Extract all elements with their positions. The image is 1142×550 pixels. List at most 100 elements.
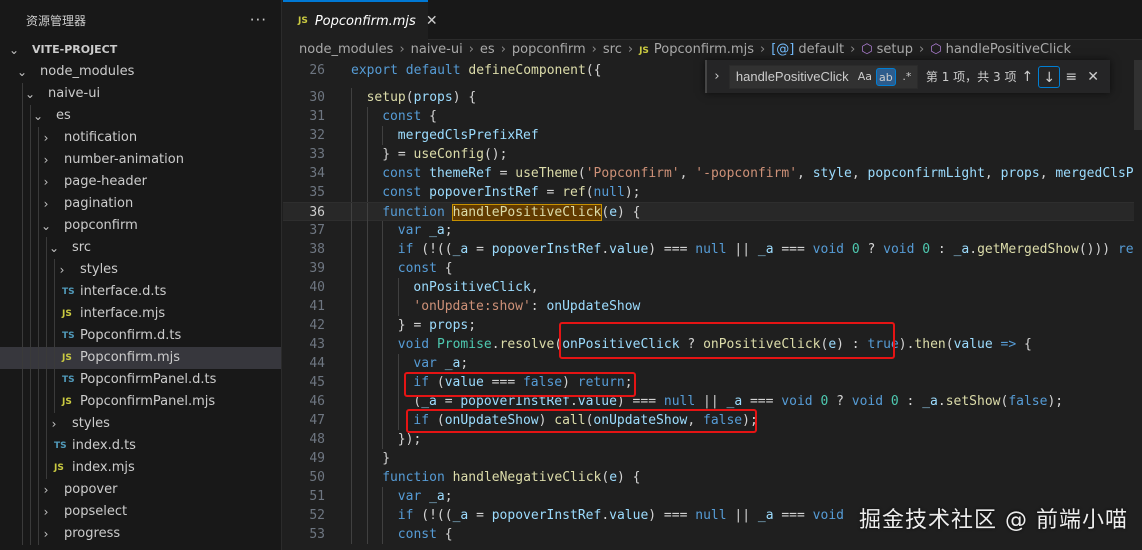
indent-guide xyxy=(382,297,384,316)
code-text: const { xyxy=(382,109,437,124)
match-case-icon[interactable]: Aa xyxy=(855,68,875,86)
line-number: 26 xyxy=(309,63,325,78)
tree-item-label: page-header xyxy=(64,174,147,189)
tree-file[interactable]: TS index.d.ts xyxy=(0,435,281,457)
toggle-replace-icon[interactable]: › xyxy=(707,69,727,84)
code-line: 50 function handleNegativeClick(e) { xyxy=(283,468,1142,487)
indent-guide xyxy=(351,525,352,544)
tree-folder[interactable]: › styles xyxy=(0,259,281,281)
indent-guide xyxy=(46,303,47,325)
indent-guide xyxy=(366,506,368,525)
tab-bar: JS Popconfirm.mjs ✕ xyxy=(283,0,1142,40)
indent-guide xyxy=(22,171,23,193)
find-input-box[interactable]: handlePositiveClick Aa ab .* xyxy=(728,64,918,89)
breadcrumb-item[interactable]: naive-ui xyxy=(411,42,463,57)
indent-guide xyxy=(22,105,23,127)
indent-guide xyxy=(366,107,368,126)
code-text: function handleNegativeClick(e) { xyxy=(382,470,641,485)
tree-folder[interactable]: › pagination xyxy=(0,193,281,215)
indent-guide xyxy=(22,215,23,237)
tab-popconfirm-mjs[interactable]: JS Popconfirm.mjs ✕ xyxy=(283,0,438,40)
explorer-sidebar: 资源管理器 ··· ⌄ VITE-PROJECT ⌄ node_modules ⌄ nai… xyxy=(0,0,282,550)
tree-folder[interactable]: ⌄ node_modules xyxy=(0,61,281,83)
indent-guide xyxy=(30,479,31,501)
tree-file[interactable]: TS interface.d.ts xyxy=(0,281,281,303)
tree-folder[interactable]: › progress xyxy=(0,523,281,545)
tree-folder[interactable]: › notification xyxy=(0,127,281,149)
breadcrumb-item[interactable]: popconfirm xyxy=(512,42,586,57)
tree-folder[interactable]: › styles xyxy=(0,413,281,435)
vertical-scrollbar[interactable] xyxy=(1134,60,1142,550)
indent-guide xyxy=(22,237,23,259)
tree-folder[interactable]: ⌄ es xyxy=(0,105,281,127)
code-line: 35 const popoverInstRef = ref(null); xyxy=(283,183,1142,202)
tree-folder[interactable]: › number-animation xyxy=(0,149,281,171)
indent-guide xyxy=(30,435,31,457)
code-line: 40 onPositiveClick, xyxy=(283,278,1142,297)
breadcrumb-file[interactable]: Popconfirm.mjs xyxy=(654,42,754,57)
scrollbar-thumb[interactable] xyxy=(1134,60,1142,130)
indent-guide xyxy=(38,281,39,303)
indent-guide xyxy=(54,281,55,303)
tree-folder[interactable]: ⌄ VITE-PROJECT xyxy=(0,39,281,61)
line-number: 44 xyxy=(309,356,325,371)
indent-guide xyxy=(351,335,352,354)
indent-guide xyxy=(30,193,31,215)
close-tab-icon[interactable]: ✕ xyxy=(426,13,438,29)
chevron-down-icon: ⌄ xyxy=(24,87,36,101)
indent-guide xyxy=(30,259,31,281)
tab-label: Popconfirm.mjs xyxy=(314,13,416,29)
indent-guide xyxy=(366,335,368,354)
more-actions-icon[interactable]: ··· xyxy=(250,11,267,29)
tree-folder[interactable]: › popover xyxy=(0,479,281,501)
tree-folder[interactable]: ⌄ src xyxy=(0,237,281,259)
find-input[interactable]: handlePositiveClick xyxy=(736,69,854,84)
indent-guide xyxy=(397,392,399,411)
find-in-selection-icon[interactable]: ≡ xyxy=(1060,66,1082,88)
line-number: 45 xyxy=(309,375,325,390)
indent-guide xyxy=(366,164,368,183)
chevron-right-icon: › xyxy=(919,42,925,57)
breadcrumb-symbol[interactable]: handlePositiveClick xyxy=(946,42,1071,57)
tree-folder[interactable]: ⌄ naive-ui xyxy=(0,83,281,105)
indent-guide xyxy=(30,391,31,413)
close-find-icon[interactable]: ✕ xyxy=(1082,66,1104,88)
tree-file[interactable]: JS Popconfirm.mjs xyxy=(0,347,281,369)
js-file-icon: JS xyxy=(54,463,64,473)
code-editor[interactable]: 26 export default defineComponent({30 setu… xyxy=(283,60,1142,550)
tree-item-label: index.d.ts xyxy=(72,438,136,453)
previous-match-icon[interactable]: ↑ xyxy=(1016,66,1038,88)
chevron-down-icon: ⌄ xyxy=(40,219,52,233)
indent-guide xyxy=(30,281,31,303)
breadcrumb-symbol[interactable]: default xyxy=(798,42,844,57)
tree-folder[interactable]: › page-header xyxy=(0,171,281,193)
indent-guide xyxy=(54,347,55,369)
line-number: 36 xyxy=(309,205,325,220)
line-number: 30 xyxy=(309,90,325,105)
tree-file[interactable]: JS PopconfirmPanel.mjs xyxy=(0,391,281,413)
whole-word-icon[interactable]: ab xyxy=(875,67,896,86)
tree-item-label: node_modules xyxy=(40,64,135,79)
breadcrumb-symbol[interactable]: setup xyxy=(877,42,913,57)
indent-guide xyxy=(30,501,31,523)
breadcrumb-item[interactable]: es xyxy=(480,42,495,57)
tree-folder[interactable]: ⌄ popconfirm xyxy=(0,215,281,237)
regex-icon[interactable]: .* xyxy=(897,68,917,86)
editor-area: JS Popconfirm.mjs ✕ node_modules › naive-u… xyxy=(283,0,1142,550)
indent-guide xyxy=(366,240,368,259)
line-number: 34 xyxy=(309,166,325,181)
code-text: const popoverInstRef = ref(null); xyxy=(382,185,641,200)
indent-guide xyxy=(38,501,39,523)
tree-file[interactable]: JS index.mjs xyxy=(0,457,281,479)
line-number: 43 xyxy=(309,337,325,352)
tree-file[interactable]: JS interface.mjs xyxy=(0,303,281,325)
breadcrumb-item[interactable]: src xyxy=(603,42,622,57)
tree-folder[interactable]: › popselect xyxy=(0,501,281,523)
next-match-icon[interactable]: ↓ xyxy=(1038,65,1061,88)
tree-item-label: Popconfirm.mjs xyxy=(80,350,181,365)
tree-file[interactable]: TS Popconfirm.d.ts xyxy=(0,325,281,347)
tree-item-label: progress xyxy=(64,526,121,541)
js-file-icon: JS xyxy=(298,16,308,26)
tree-file[interactable]: TS PopconfirmPanel.d.ts xyxy=(0,369,281,391)
breadcrumb-item[interactable]: node_modules xyxy=(299,42,393,57)
